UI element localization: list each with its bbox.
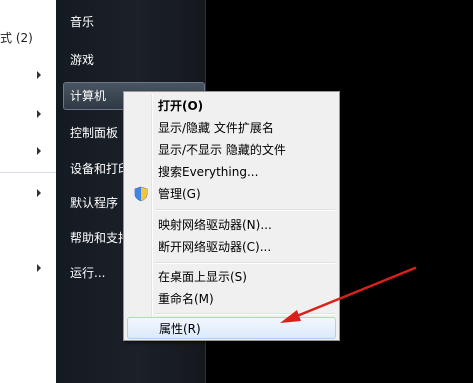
menu-item-map-network-drive[interactable]: 映射网络驱动器(N)... <box>127 214 336 236</box>
menu-item-show-on-desktop[interactable]: 在桌面上显示(S) <box>127 266 336 288</box>
start-menu-item-label: 默认程序 <box>70 196 119 210</box>
uac-shield-icon <box>134 186 148 202</box>
start-menu-item-control-panel[interactable]: 控制面板 <box>64 120 118 146</box>
start-menu-item-default-programs[interactable]: 默认程序 <box>64 190 118 216</box>
submenu-arrow-icon[interactable] <box>37 264 41 272</box>
menu-item-label: 管理(G) <box>158 187 201 201</box>
menu-item-disconnect-network-drive[interactable]: 断开网络驱动器(C)... <box>127 236 336 258</box>
menu-item-label: 映射网络驱动器(N)... <box>158 218 272 232</box>
start-menu-item-label: 音乐 <box>70 15 95 29</box>
menu-item-toggle-extensions[interactable]: 显示/隐藏 文件扩展名 <box>127 117 336 139</box>
menu-item-manage[interactable]: 管理(G) <box>127 183 336 205</box>
program-list-divider <box>0 172 56 173</box>
start-menu-item-label: 控制面板 <box>70 126 119 140</box>
menu-separator <box>155 209 335 211</box>
submenu-arrow-icon[interactable] <box>37 71 41 79</box>
start-menu-item-label: 运行... <box>70 266 106 280</box>
menu-item-rename[interactable]: 重命名(M) <box>127 288 336 310</box>
start-menu-item-devices-printers[interactable]: 设备和打印 <box>64 156 130 182</box>
menu-separator <box>155 262 335 264</box>
menu-item-label: 显示/隐藏 文件扩展名 <box>158 121 274 135</box>
program-list-partial-item[interactable]: 式 (2) <box>0 29 33 46</box>
menu-item-label: 断开网络驱动器(C)... <box>158 240 272 254</box>
start-menu-item-label: 计算机 <box>70 89 107 103</box>
start-menu-item-music[interactable]: 音乐 <box>64 9 94 35</box>
menu-item-properties[interactable]: 属性(R) <box>127 317 336 339</box>
menu-item-label: 显示/不显示 隐藏的文件 <box>158 143 286 157</box>
context-menu: 打开(O) 显示/隐藏 文件扩展名 显示/不显示 隐藏的文件 搜索Everyth… <box>123 91 340 341</box>
menu-item-toggle-hidden-files[interactable]: 显示/不显示 隐藏的文件 <box>127 139 336 161</box>
program-list-pane: 式 (2) <box>0 0 56 383</box>
start-menu-item-run[interactable]: 运行... <box>64 260 105 286</box>
start-menu-item-help-support[interactable]: 帮助和支持 <box>64 225 130 251</box>
menu-item-search-everything[interactable]: 搜索Everything... <box>127 161 336 183</box>
screen: 式 (2) 音乐 游戏 计算机 控制面板 设备和打印 默认程序 帮助和支持 运行… <box>0 0 473 383</box>
menu-separator <box>155 313 335 315</box>
submenu-arrow-icon[interactable] <box>37 147 41 155</box>
start-menu-item-label: 帮助和支持 <box>70 231 131 245</box>
submenu-arrow-icon[interactable] <box>37 189 41 197</box>
menu-item-open[interactable]: 打开(O) <box>127 95 336 117</box>
submenu-arrow-icon[interactable] <box>37 110 41 118</box>
start-menu-item-label: 游戏 <box>70 53 95 67</box>
menu-item-label: 重命名(M) <box>158 292 214 306</box>
start-menu-item-label: 设备和打印 <box>70 162 131 176</box>
menu-item-label: 属性(R) <box>159 322 201 336</box>
menu-item-label: 打开(O) <box>158 99 204 113</box>
menu-item-label: 搜索Everything... <box>158 165 259 179</box>
start-menu-item-games[interactable]: 游戏 <box>64 47 94 73</box>
menu-item-label: 在桌面上显示(S) <box>158 270 247 284</box>
